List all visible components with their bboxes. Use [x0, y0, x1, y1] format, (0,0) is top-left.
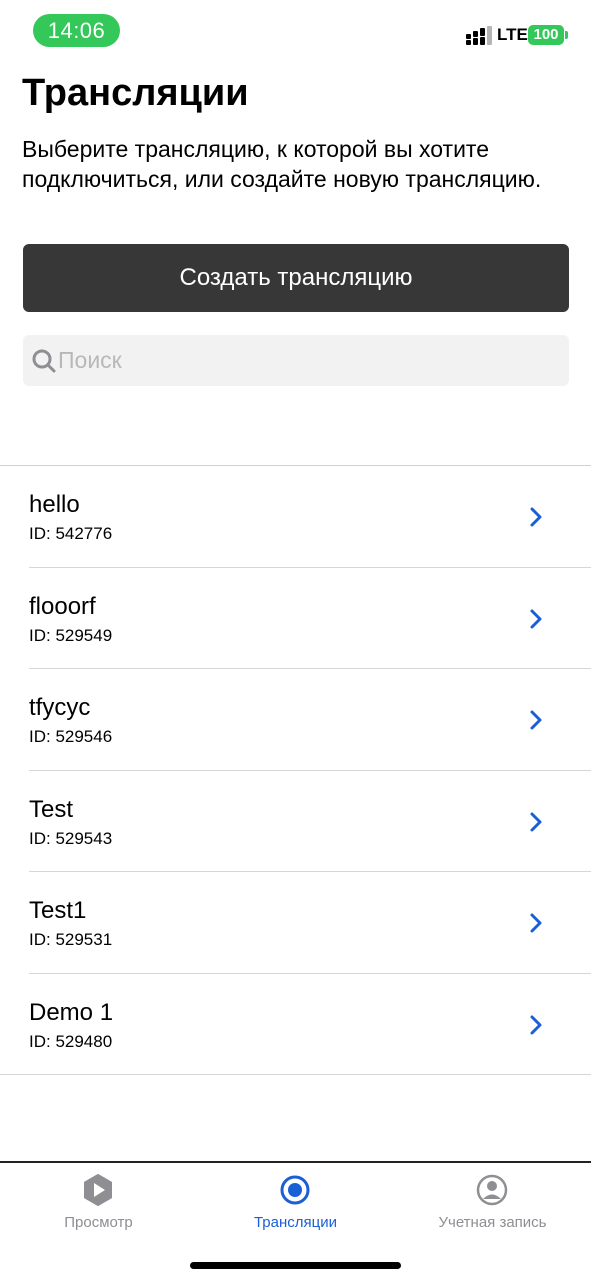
broadcast-name: hello — [29, 491, 80, 518]
broadcast-id: ID: 529549 — [29, 625, 113, 645]
tab-broadcasts[interactable]: Трансляции — [197, 1163, 394, 1253]
home-indicator — [190, 1262, 401, 1269]
tab-label: Просмотр — [64, 1214, 133, 1231]
broadcast-icon — [280, 1175, 310, 1205]
divider — [0, 1074, 591, 1075]
status-bar: 14:06 LTE 100 — [0, 0, 591, 60]
search-icon — [32, 349, 56, 373]
user-icon — [476, 1174, 508, 1206]
broadcast-item[interactable]: Test1 ID: 529531 — [0, 872, 591, 974]
broadcast-name: Test — [29, 795, 74, 823]
page-title: Трансляции — [22, 72, 249, 114]
tab-label: Трансляции — [253, 1214, 337, 1231]
chevron-right-icon — [530, 710, 542, 730]
search-input[interactable] — [58, 335, 558, 386]
status-time: 14:06 — [33, 14, 120, 47]
tab-label: Учетная запись — [438, 1214, 547, 1231]
broadcast-name: flooorf — [29, 592, 96, 620]
search-box[interactable] — [23, 335, 569, 386]
broadcast-id: ID: 542776 — [29, 524, 113, 543]
broadcast-name: Demo 1 — [29, 998, 114, 1026]
broadcast-list: hello ID: 542776 flooorf ID: 529549 tfyc… — [0, 465, 591, 1075]
screen: 14:06 LTE 100 Трансляции Выберите трансл… — [0, 0, 591, 1280]
broadcast-name: tfycyc — [29, 694, 91, 721]
broadcast-id: ID: 529480 — [29, 1031, 113, 1051]
broadcast-id: ID: 529531 — [29, 930, 113, 949]
broadcast-item[interactable]: tfycyc ID: 529546 — [0, 669, 591, 771]
chevron-right-icon — [530, 507, 542, 527]
broadcast-item[interactable]: Demo 1 ID: 529480 — [0, 974, 591, 1075]
create-broadcast-button[interactable]: Создать трансляцию — [23, 244, 569, 312]
page-subtitle: Выберите трансляцию, к которой вы хотите… — [22, 136, 542, 192]
play-icon — [84, 1174, 112, 1206]
signal-icon — [466, 26, 492, 45]
chevron-right-icon — [530, 1015, 542, 1034]
broadcast-item[interactable]: hello ID: 542776 — [0, 466, 591, 568]
broadcast-id: ID: 529546 — [29, 727, 113, 746]
tab-account[interactable]: Учетная запись — [394, 1163, 591, 1253]
battery-icon: 100 — [528, 25, 564, 45]
broadcast-name: Test1 — [29, 897, 87, 924]
tab-watch[interactable]: Просмотр — [0, 1163, 197, 1253]
chevron-right-icon — [530, 913, 542, 933]
battery-tip — [565, 31, 568, 39]
chevron-right-icon — [530, 609, 542, 628]
broadcast-item[interactable]: flooorf ID: 529549 — [0, 568, 591, 669]
broadcast-id: ID: 529543 — [29, 828, 113, 848]
chevron-right-icon — [530, 812, 542, 831]
broadcast-item[interactable]: Test ID: 529543 — [0, 771, 591, 872]
network-label: LTE — [497, 25, 528, 44]
